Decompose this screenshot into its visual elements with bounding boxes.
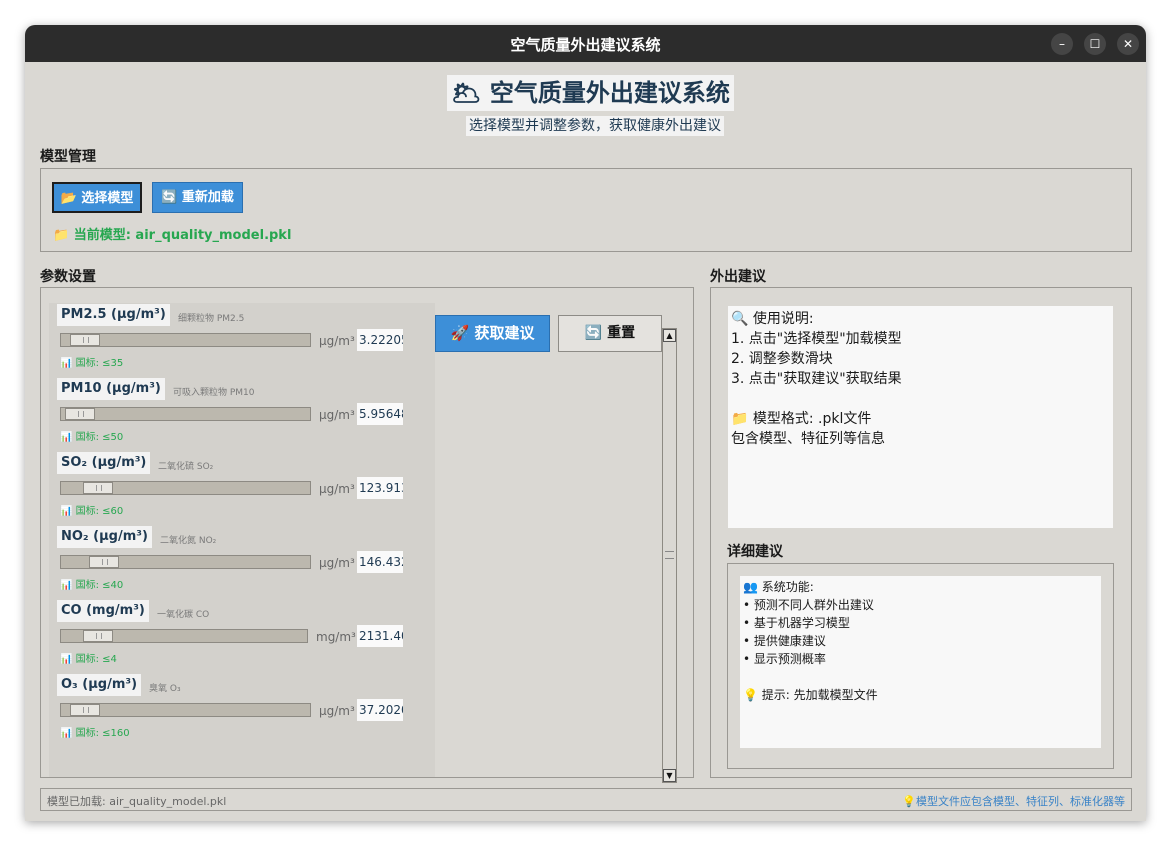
param-value[interactable]: 123.913 (357, 477, 403, 499)
slider-handle[interactable] (89, 556, 119, 568)
scroll-down-icon[interactable]: ▼ (663, 769, 676, 782)
select-model-button[interactable]: 📂 选择模型 (52, 182, 142, 213)
minimize-button[interactable]: – (1051, 33, 1073, 55)
param-desc: 一氧化碳 CO (157, 610, 210, 620)
param-unit: μg/m³ (319, 556, 355, 570)
params-section-label: 参数设置 (40, 269, 96, 285)
param-desc: 臭氧 O₃ (149, 684, 181, 694)
param-desc: 细颗粒物 PM2.5 (178, 314, 245, 324)
param-label: SO₂ (μg/m³) (57, 452, 151, 474)
param-value[interactable]: 2131.40 (357, 625, 403, 647)
param-desc: 二氧化氮 NO₂ (160, 536, 217, 546)
param-desc: 可吸入颗粒物 PM10 (173, 388, 255, 398)
param-unit: μg/m³ (319, 704, 355, 718)
param-value[interactable]: 5.95648 (357, 403, 403, 425)
param-desc: 二氧化硫 SO₂ (158, 462, 214, 472)
slider-handle[interactable] (70, 704, 100, 716)
param-label: CO (mg/m³) (57, 600, 149, 622)
status-bar: 模型已加载: air_quality_model.pkl 💡模型文件应包含模型、… (40, 788, 1132, 811)
slider-handle[interactable] (65, 408, 95, 420)
title-bar: 空气质量外出建议系统 – ☐ ✕ (25, 25, 1146, 62)
param-label: NO₂ (μg/m³) (57, 526, 152, 548)
app-heading: 🌥 空气质量外出建议系统 (447, 75, 734, 111)
param-slider[interactable] (60, 555, 311, 569)
close-button[interactable]: ✕ (1117, 33, 1139, 55)
param-slider[interactable] (60, 629, 308, 643)
detail-text: 👥 系统功能: • 预测不同人群外出建议 • 基于机器学习模型 • 提供健康建议… (740, 576, 1101, 748)
get-advice-button[interactable]: 🚀 获取建议 (435, 315, 550, 352)
param-unit: mg/m³ (316, 630, 356, 644)
param-standard: 📊 国标: ≤60 (60, 506, 124, 517)
param-label: O₃ (μg/m³) (57, 674, 142, 696)
param-standard: 📊 国标: ≤4 (60, 654, 117, 665)
param-slider[interactable] (60, 407, 311, 421)
maximize-button[interactable]: ☐ (1084, 33, 1106, 55)
slider-handle[interactable] (83, 482, 113, 494)
slider-handle[interactable] (83, 630, 113, 642)
reset-button[interactable]: 🔄 重置 (558, 315, 662, 352)
param-slider[interactable] (60, 333, 311, 347)
param-standard: 📊 国标: ≤40 (60, 580, 124, 591)
param-standard: 📊 国标: ≤50 (60, 432, 124, 443)
param-value[interactable]: 37.2020 (357, 699, 403, 721)
param-slider[interactable] (60, 703, 311, 717)
param-standard: 📊 国标: ≤160 (60, 728, 130, 739)
params-scrollbar[interactable]: ▲ ▼ (662, 328, 677, 783)
scroll-grip-icon[interactable] (665, 551, 674, 559)
model-section-label: 模型管理 (40, 149, 96, 165)
model-frame: 📂 选择模型 🔄 重新加载 📁 当前模型: air_quality_model.… (40, 168, 1132, 252)
param-value[interactable]: 3.22205 (357, 329, 403, 351)
scroll-up-icon[interactable]: ▲ (663, 329, 676, 342)
app-window: 空气质量外出建议系统 – ☐ ✕ 🌥 空气质量外出建议系统 选择模型并调整参数，… (25, 25, 1146, 821)
detail-section-label: 详细建议 (727, 544, 783, 560)
window-title: 空气质量外出建议系统 (510, 36, 661, 54)
slider-handle[interactable] (70, 334, 100, 346)
advice-section-label: 外出建议 (710, 269, 766, 285)
current-model-label: 📁 当前模型: air_quality_model.pkl (53, 228, 292, 243)
app-subtitle: 选择模型并调整参数，获取健康外出建议 (466, 116, 724, 136)
reload-button[interactable]: 🔄 重新加载 (152, 182, 243, 213)
param-standard: 📊 国标: ≤35 (60, 358, 124, 369)
status-right-text: 💡模型文件应包含模型、特征列、标准化器等 (902, 795, 1125, 808)
param-slider[interactable] (60, 481, 311, 495)
param-unit: μg/m³ (319, 482, 355, 496)
status-left-text: 模型已加载: air_quality_model.pkl (47, 795, 227, 808)
param-unit: μg/m³ (319, 408, 355, 422)
param-unit: μg/m³ (319, 334, 355, 348)
param-label: PM10 (μg/m³) (57, 378, 165, 400)
param-label: PM2.5 (μg/m³) (57, 304, 170, 326)
instructions-text: 🔍 使用说明: 1. 点击"选择模型"加载模型 2. 调整参数滑块 3. 点击"… (728, 306, 1113, 528)
param-value[interactable]: 146.432 (357, 551, 403, 573)
main-content: 🌥 空气质量外出建议系统 选择模型并调整参数，获取健康外出建议 模型管理 📂 选… (40, 72, 1132, 811)
